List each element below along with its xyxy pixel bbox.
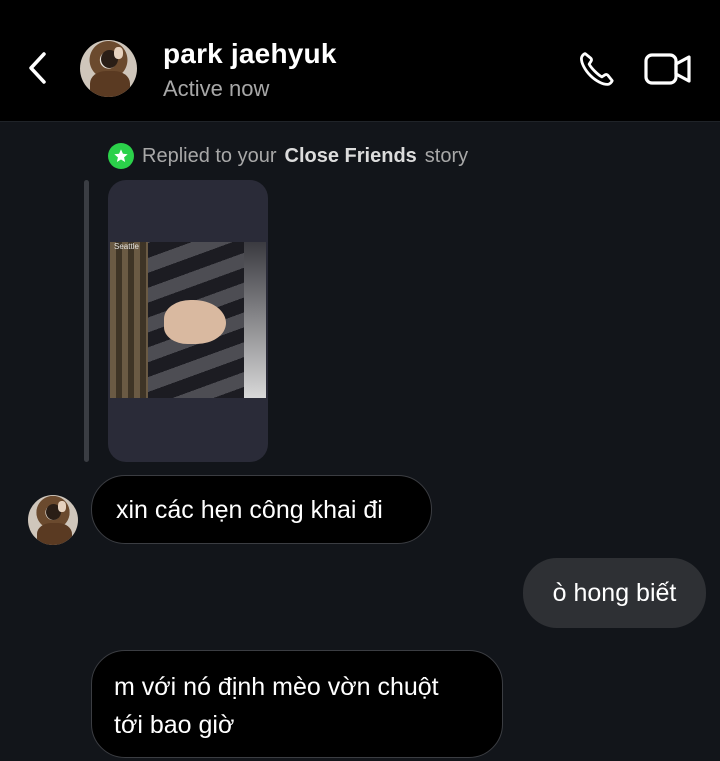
message-text: xin các hẹn công khai đi (116, 495, 383, 524)
contact-name[interactable]: park jaehyuk (163, 38, 337, 70)
story-preview[interactable]: Seattle (108, 180, 268, 462)
message-text-line-1: m với nó định mèo vờn chuột (114, 673, 439, 701)
close-friends-star-icon (108, 143, 134, 169)
story-photo-tag: Seattle (114, 242, 139, 251)
message-text: ò hong biết (552, 579, 677, 607)
sender-avatar[interactable] (28, 495, 78, 545)
reply-note-suffix: story (424, 144, 469, 167)
phone-icon (580, 52, 614, 86)
chevron-left-icon (29, 52, 46, 84)
back-button[interactable] (22, 48, 52, 88)
reply-indicator-bar (84, 180, 89, 462)
reply-note-close-friends: Close Friends (284, 144, 417, 167)
message-bubble-incoming[interactable]: m với nó định mèo vờn chuột tới bao giờ (91, 650, 503, 758)
active-status: Active now (163, 76, 270, 101)
message-bubble-outgoing[interactable]: ò hong biết (523, 558, 706, 628)
avatar[interactable] (80, 40, 137, 97)
message-bubble-incoming[interactable]: xin các hẹn công khai đi (91, 475, 432, 544)
video-camera-icon (644, 53, 691, 85)
message-text-line-2: tới bao giờ (114, 711, 235, 739)
story-photo: Seattle (110, 242, 266, 398)
reply-note-prefix: Replied to your (142, 144, 277, 167)
video-call-button[interactable] (643, 50, 693, 88)
audio-call-button[interactable] (576, 48, 618, 90)
chat-header: park jaehyuk Active now (0, 0, 720, 122)
story-reply-note: Replied to your Close Friends story (108, 142, 468, 170)
